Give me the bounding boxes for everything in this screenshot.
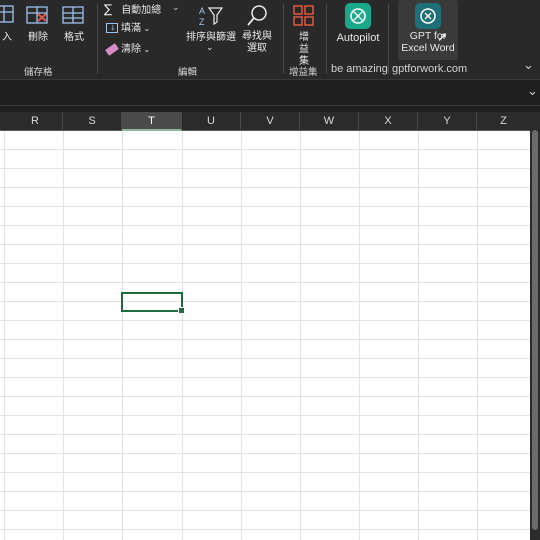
gridline [477,131,478,540]
delete-cells-icon [26,6,48,24]
mouse-cursor-icon: ➚ [437,30,448,45]
sigma-icon: ∑ [104,2,113,16]
addins-button[interactable]: 增益集 [289,2,319,67]
format-cells-icon [62,6,84,24]
column-header-t[interactable]: T [122,112,182,131]
column-header-s[interactable]: S [63,112,122,131]
autopilot-button[interactable]: Autopilot [330,2,386,46]
vertical-scrollbar[interactable] [530,112,540,540]
cell-grid[interactable] [0,131,530,540]
addins-label: 增益集 [299,32,309,67]
sort-filter-dropdown-icon: ⌄ [206,43,214,53]
autosum-label: 自動加總 [121,5,162,16]
gridline [122,131,123,540]
clear-label: 清除 [121,44,141,55]
fill-dropdown-icon: ⌄ [141,24,151,33]
column-header-z[interactable]: Z [477,112,530,131]
autopilot-group-label: be amazing [331,63,388,75]
scrollbar-thumb[interactable] [532,130,538,530]
separator [326,4,327,74]
addins-icon [293,5,314,26]
gridline [182,131,183,540]
column-header-u[interactable]: U [182,112,241,131]
active-cell[interactable] [121,292,185,314]
clear-button[interactable]: 清除 ⌄ [105,42,166,59]
gpt-for-excel-word-button[interactable]: GPT for Excel Word [398,0,458,60]
gridline [63,131,64,540]
find-select-button[interactable]: 尋找與選取 [240,2,274,58]
format-button[interactable]: 格式 [58,2,90,46]
clear-dropdown-icon: ⌄ [141,45,151,54]
column-header-r[interactable]: R [0,112,63,131]
fill-button[interactable]: ↓ 填滿 ⌄ [106,22,166,38]
eraser-icon [105,42,119,56]
cells-group-label: 儲存格 [24,67,53,78]
separator [97,4,98,74]
fill-label: 填滿 [121,23,141,34]
column-header-v[interactable]: V [241,112,300,131]
autosum-dropdown-icon[interactable]: ⌄ [172,3,180,13]
gpt-label: GPT for Excel Word [401,30,455,54]
column-header-w[interactable]: W [300,112,359,131]
format-label: 格式 [64,32,84,43]
delete-button[interactable]: 刪除 [22,2,54,46]
formula-bar-expand-icon[interactable]: ⌄ [527,84,538,99]
gridline [241,131,242,540]
separator [388,4,389,74]
gpt-group-label: gptforwork.com [392,63,468,75]
addins-group-label: 增益集 [289,67,318,78]
sort-filter-icon: A Z [199,6,224,27]
ribbon-collapse-icon[interactable]: ⌄ [523,58,534,73]
insert-button[interactable]: 入 [0,2,18,46]
delete-label: 刪除 [28,32,48,43]
insert-cells-icon [0,5,14,23]
column-headers: R S T U V W X Y Z [0,112,530,131]
search-icon [247,5,267,26]
fill-down-icon: ↓ [106,23,118,33]
gridline [300,131,301,540]
gridline [418,131,419,540]
editing-group-label: 編輯 [178,67,198,78]
column-header-y[interactable]: Y [418,112,477,131]
autopilot-icon [345,3,371,29]
gridline [359,131,360,540]
ribbon: 入 刪除 格式 儲存格 ∑ 自動加總 ⌄ ↓ 填滿 ⌄ 清除 ⌄ A Z 排序與… [0,0,540,80]
svg-text:A: A [199,6,205,16]
column-header-x[interactable]: X [359,112,418,131]
svg-text:Z: Z [199,17,205,27]
separator [283,4,284,74]
gpt-icon [415,3,441,29]
autopilot-label: Autopilot [336,32,380,44]
gridline [4,131,5,540]
insert-label: 入 [2,32,12,43]
formula-bar[interactable]: ⌄ [0,82,540,106]
find-select-label: 尋找與選取 [242,31,272,54]
sort-filter-button[interactable]: A Z 排序與篩選 ⌄ [186,2,236,54]
